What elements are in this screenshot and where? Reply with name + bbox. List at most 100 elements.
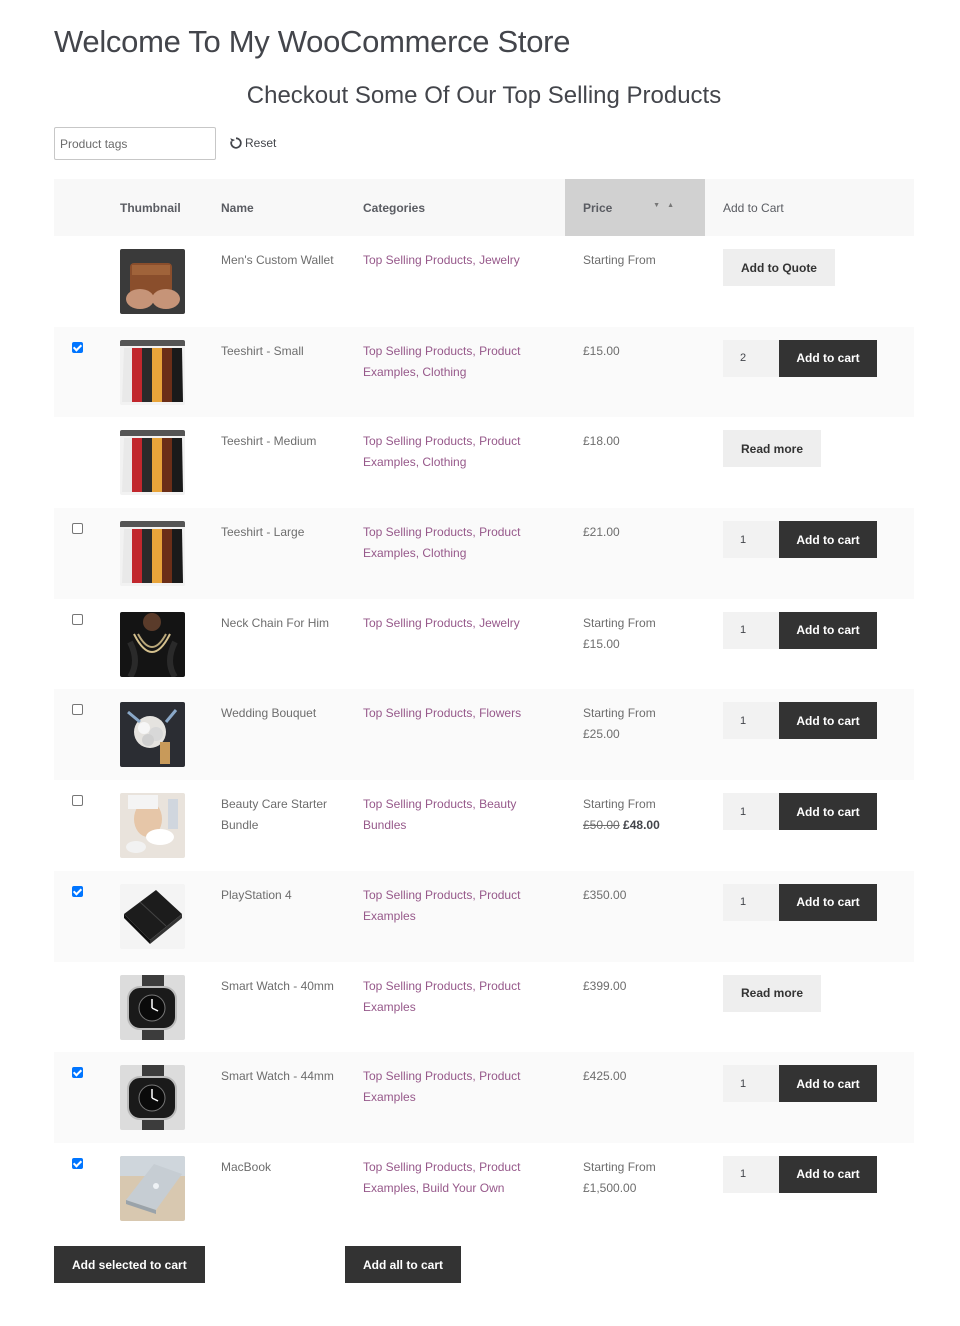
select-row-checkbox[interactable] [72,613,83,625]
product-thumbnail[interactable] [120,1155,185,1221]
product-name: Teeshirt - Large [221,525,305,540]
quantity-input[interactable] [723,702,779,740]
product-price: Starting From £1,500.00 [583,1157,693,1199]
product-categories-link[interactable]: Top Selling Products, Product Examples, … [363,341,553,383]
price-line-1: £15.00 [583,343,620,358]
product-categories-link[interactable]: Top Selling Products, Product Examples, … [363,522,553,564]
select-row-checkbox[interactable] [72,795,83,807]
reset-link[interactable]: Reset [229,136,276,150]
price-line-1: £21.00 [583,525,620,540]
price-new: £48.00 [623,818,660,833]
add-to-cart-button[interactable]: Add to cart [779,521,877,559]
checkbox-box[interactable] [72,1067,83,1079]
product-thumbnail[interactable] [120,1065,185,1131]
product-price: Starting From [583,250,693,271]
product-categories-link[interactable]: Top Selling Products, Product Examples [363,976,553,1018]
product-thumbnail[interactable] [120,611,185,677]
select-row-checkbox[interactable] [72,885,83,897]
checkbox-box[interactable] [72,523,83,535]
product-categories-link[interactable]: Top Selling Products, Product Examples [363,885,553,927]
quantity-input[interactable] [723,793,779,831]
table-body: Men's Custom Wallet Top Selling Products,… [54,236,914,1234]
product-table: Thumbnail Name Categories Price ▼▲ Add t… [54,179,914,1234]
column-header-price[interactable]: Price ▼▲ [565,179,705,236]
quantity-input[interactable] [723,339,779,377]
column-header-name: Name [221,200,254,215]
quantity-input[interactable] [723,611,779,649]
checkbox-box[interactable] [72,341,83,353]
quantity-input[interactable] [723,521,779,559]
select-row-checkbox[interactable] [72,523,83,535]
price-line-1: Starting From [583,615,656,630]
product-thumbnail[interactable] [120,339,185,405]
product-thumbnail[interactable] [120,430,185,496]
product-name: Beauty Care Starter Bundle [221,797,328,833]
product-categories-link[interactable]: Top Selling Products, Product Examples, … [363,1157,553,1199]
product-name: Smart Watch - 40mm [221,978,334,993]
checkbox-box[interactable] [72,1157,83,1169]
column-header-thumbnail: Thumbnail [120,200,181,215]
add-all-to-cart-button[interactable]: Add all to cart [345,1246,462,1283]
product-thumbnail[interactable] [120,521,185,587]
table-row: Men's Custom Wallet Top Selling Products,… [54,236,914,327]
add-selected-to-cart-button[interactable]: Add selected to cart [54,1246,205,1283]
select-row-checkbox[interactable] [72,1067,83,1079]
product-tags-filter-input[interactable] [54,127,216,160]
checkbox-box[interactable] [72,613,83,625]
table-header: Thumbnail Name Categories Price ▼▲ Add t… [54,179,914,236]
product-name: Men's Custom Wallet [221,253,334,267]
sort-arrows-icon[interactable]: ▼▲ [653,202,681,209]
table-row: Neck Chain For Him Top Selling Products, … [54,599,914,690]
product-thumbnail[interactable] [120,883,185,949]
checkbox-box[interactable] [72,885,83,897]
product-thumbnail[interactable] [120,702,185,768]
product-name: Wedding Bouquet [221,706,317,721]
quantity-input[interactable] [723,1155,779,1193]
table-row: Smart Watch - 40mm Top Selling Products, … [54,962,914,1053]
price-line-1: Starting From [583,706,656,721]
add-to-quote-button[interactable]: Add to Quote [723,249,835,286]
page-subtitle: Checkout Some Of Our Top Selling Product… [246,82,722,109]
table-row: PlayStation 4 Top Selling Products, Produ… [54,870,914,962]
add-to-cart-button[interactable]: Add to cart [779,611,877,649]
product-categories-link[interactable]: Top Selling Products, Flowers [363,703,553,724]
add-to-cart-button[interactable]: Add to cart [779,339,877,377]
add-to-cart-button[interactable]: Add to cart [779,702,877,740]
table-row: Wedding Bouquet Top Selling Products, Flo… [54,689,914,781]
product-thumbnail[interactable] [120,974,185,1040]
product-name: MacBook [221,1159,272,1174]
product-name: Smart Watch - 44mm [221,1069,334,1084]
add-to-cart-button[interactable]: Add to cart [779,793,877,831]
quantity-input[interactable] [723,883,779,921]
price-line-1: Starting From [583,797,656,812]
select-row-checkbox[interactable] [72,704,83,716]
price-line-2: £15.00 [583,636,620,651]
select-row-checkbox[interactable] [72,1157,83,1169]
table-row: MacBook Top Selling Products, Product Exa… [54,1143,914,1234]
price-old: £50.00 [583,818,620,833]
product-price: £350.00 [583,885,693,906]
price-line-1: £18.00 [583,434,620,449]
checkbox-box[interactable] [72,704,83,716]
product-categories-link[interactable]: Top Selling Products, Jewelry [363,250,553,271]
product-price: Starting From £15.00 [583,613,693,655]
read-more-button[interactable]: Read more [723,430,822,468]
quantity-input[interactable] [723,1065,779,1103]
product-price: £425.00 [583,1066,693,1087]
product-thumbnail[interactable] [120,793,185,859]
add-to-cart-button[interactable]: Add to cart [779,1155,877,1193]
product-thumbnail[interactable] [120,249,185,314]
product-categories-link[interactable]: Top Selling Products, Jewelry [363,613,553,634]
checkbox-box[interactable] [72,795,83,807]
read-more-button[interactable]: Read more [723,974,822,1012]
add-to-cart-button[interactable]: Add to cart [779,1065,877,1103]
select-row-checkbox[interactable] [72,341,83,353]
add-to-cart-button[interactable]: Add to cart [779,883,877,921]
reset-label: Reset [245,136,277,150]
price-line-1: £350.00 [583,887,627,902]
product-categories-link[interactable]: Top Selling Products, Product Examples, … [363,431,553,473]
product-price: Starting From £50.00 £48.00 [583,794,693,836]
product-categories-link[interactable]: Top Selling Products, Product Examples [363,1066,553,1108]
product-categories-link[interactable]: Top Selling Products, Beauty Bundles [363,794,553,836]
price-line-1: £425.00 [583,1069,627,1084]
